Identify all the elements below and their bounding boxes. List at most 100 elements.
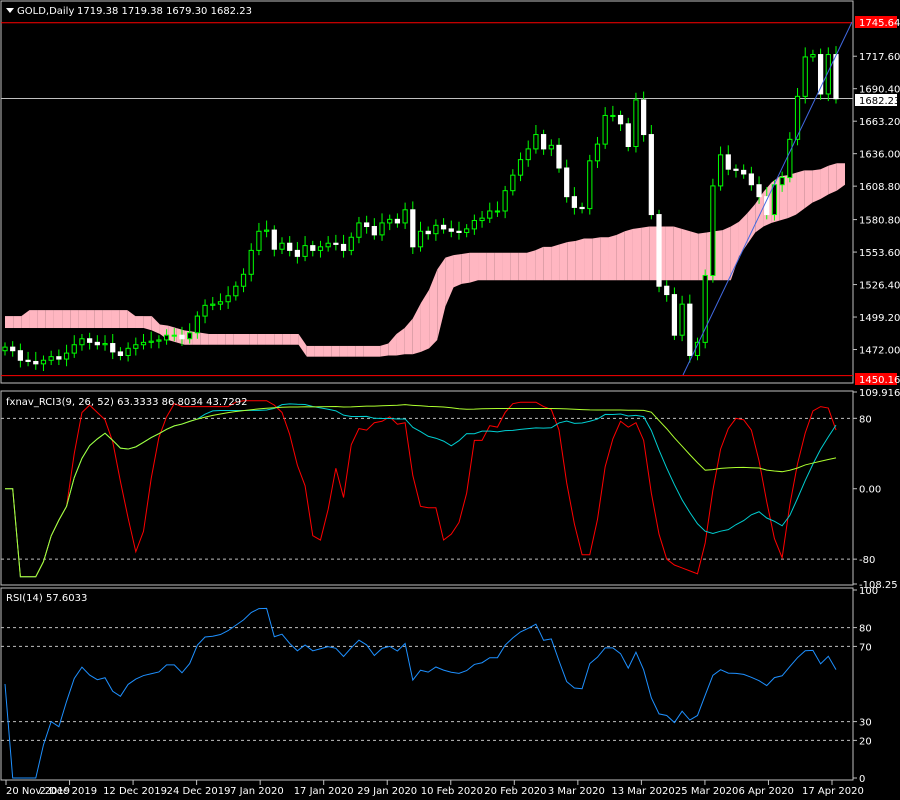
main-y-tick-label: 1526.40: [859, 281, 900, 292]
rci-mid-line: [5, 403, 837, 578]
candle-body: [94, 341, 100, 346]
x-tick-label: 13 Mar 2020: [611, 786, 674, 797]
cloud-segment: [21, 310, 30, 329]
cloud-segment: [323, 345, 332, 357]
candle-body: [25, 359, 31, 362]
candle-body: [533, 134, 539, 150]
cloud-segment: [225, 333, 234, 345]
candle-body: [425, 230, 431, 235]
candle-body: [464, 228, 470, 233]
cloud-segment: [94, 310, 103, 329]
high-price-tag-label: 1745.64: [859, 18, 900, 29]
candle-body: [256, 230, 262, 251]
cloud-segment: [102, 310, 112, 329]
candle-body: [364, 222, 370, 228]
candle-body: [410, 209, 416, 248]
cloud-segment: [437, 257, 446, 340]
rsi-y-tick-label: 0: [859, 774, 865, 785]
cloud-segment: [681, 228, 691, 281]
candle-body: [40, 359, 47, 365]
candle-body: [287, 242, 293, 251]
chart-svg[interactable]: 1717.601690.401663.201636.001608.801580.…: [0, 0, 900, 800]
candle-body: [202, 304, 208, 317]
candle-body: [125, 347, 131, 356]
candle-body: [2, 346, 8, 352]
cloud-segment: [151, 316, 160, 334]
candle-body: [271, 229, 277, 250]
cloud-segment: [282, 333, 291, 345]
candle-body: [494, 210, 501, 213]
cloud-segment: [241, 333, 250, 345]
candle-body: [641, 99, 647, 136]
candle-body: [179, 334, 185, 340]
cloud-segment: [649, 226, 658, 281]
x-tick-label: 29 Jan 2020: [357, 786, 417, 797]
cloud-segment: [543, 246, 552, 281]
candle-body: [63, 352, 70, 360]
main-y-tick-label: 1608.80: [859, 182, 900, 193]
x-tick-label: 10 Feb 2020: [421, 786, 483, 797]
main-layer: [1, 21, 853, 377]
cloud-segment: [812, 169, 821, 203]
candle-body: [233, 285, 239, 297]
cloud-segment: [592, 237, 601, 281]
rci-panel[interactable]: [0, 390, 854, 586]
cloud-segment: [559, 242, 568, 281]
candle-body: [325, 242, 331, 248]
cloud-segment: [29, 310, 38, 329]
candle-body: [317, 246, 324, 251]
candle-body: [479, 217, 485, 222]
candle-body: [687, 303, 693, 356]
cloud-segment: [200, 332, 209, 345]
rsi-y-tick-label: 30: [859, 718, 872, 729]
cloud-segment: [37, 310, 46, 329]
candle-body: [664, 285, 670, 296]
cloud-segment: [641, 226, 650, 281]
candle-body: [671, 294, 678, 336]
cloud-segment: [804, 170, 813, 209]
rci-slow-line: [5, 404, 837, 578]
x-tick-label: 24 Dec 2019: [167, 786, 231, 797]
cloud-segment: [584, 238, 593, 281]
rci-fast-line: [5, 400, 837, 578]
cloud-segment: [486, 252, 495, 281]
cloud-segment: [714, 230, 723, 281]
candle-body: [502, 190, 508, 212]
cloud-segment: [836, 163, 845, 191]
cloud-segment: [265, 333, 275, 345]
cloud-segment: [722, 226, 731, 281]
cloud-segment: [632, 227, 642, 281]
cloud-segment: [404, 318, 413, 355]
current-price-tag-label: 1682.23: [859, 96, 900, 107]
rsi-layer: [1, 607, 853, 779]
candle-body: [440, 224, 447, 230]
candle-body: [571, 196, 578, 208]
cloud-segment: [135, 316, 144, 329]
dropdown-arrow-icon[interactable]: [6, 8, 14, 13]
candle-body: [810, 54, 816, 58]
cloud-segment: [168, 325, 177, 343]
candle-body: [302, 245, 308, 257]
candle-body: [17, 350, 24, 361]
candle-body: [71, 344, 77, 354]
candle-body: [87, 338, 93, 343]
candle-body: [771, 184, 778, 216]
candle-body: [56, 356, 62, 360]
cloud-segment: [70, 310, 79, 329]
cloud-segment: [257, 333, 266, 345]
rsi-line: [4, 607, 837, 779]
candle-body: [225, 295, 231, 303]
cloud-segment: [616, 231, 625, 281]
cloud-segment: [412, 302, 421, 355]
candle-body: [733, 168, 739, 171]
cloud-segment: [469, 252, 479, 283]
candle-body: [610, 114, 616, 117]
cloud-segment: [331, 345, 340, 357]
main-y-tick-label: 1663.20: [859, 117, 900, 128]
cloud-segment: [290, 333, 299, 345]
rci-y-tick-label: 80: [859, 414, 872, 425]
candle-body: [10, 346, 16, 352]
candle-body: [133, 344, 139, 349]
candle-body: [194, 315, 200, 334]
cloud-segment: [478, 252, 487, 281]
